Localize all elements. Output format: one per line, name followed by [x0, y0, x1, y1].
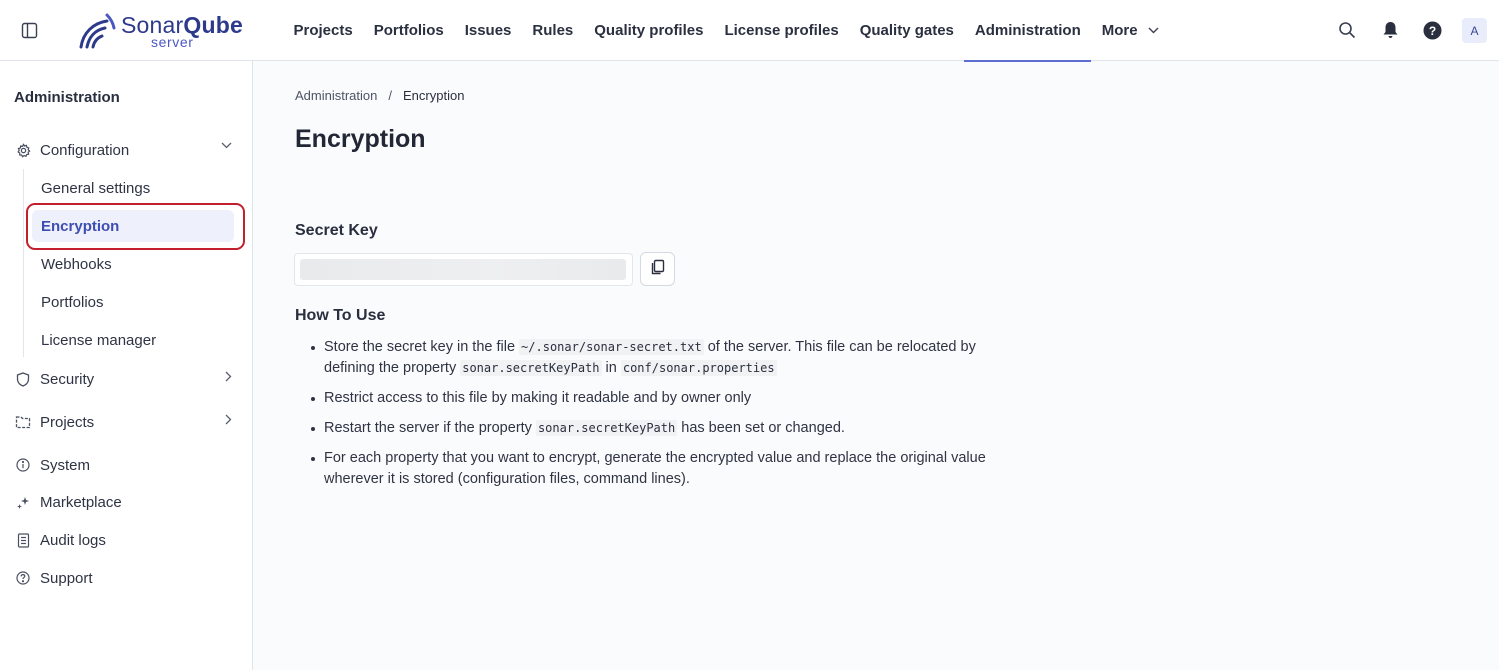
nav-label: Quality profiles — [594, 22, 704, 39]
sidebar-item-label: Configuration — [40, 141, 130, 159]
sidebar-item-general-settings[interactable]: General settings — [32, 172, 234, 204]
sidebar-item-label: Projects — [40, 413, 95, 431]
nav-license-profiles[interactable]: License profiles — [714, 0, 849, 61]
code-property: sonar.secretKeyPath — [460, 360, 602, 376]
nav-label: Rules — [532, 22, 574, 39]
instruction-text: Store the secret key in the file — [324, 339, 520, 355]
gear-icon — [14, 141, 32, 159]
copy-icon — [650, 259, 665, 280]
svg-text:?: ? — [1428, 24, 1435, 38]
bell-icon[interactable] — [1380, 20, 1400, 40]
sonarqube-logo[interactable]: SonarQube server — [77, 9, 247, 53]
secret-key-value — [300, 259, 626, 280]
nav-label: Quality gates — [859, 22, 954, 39]
breadcrumb-separator: / — [388, 88, 392, 103]
nav-more[interactable]: More — [1091, 0, 1169, 61]
chevron-right-icon — [225, 414, 232, 425]
nav-label: License profiles — [724, 22, 839, 39]
sidebar-title: Administration — [14, 89, 120, 106]
nav-projects[interactable]: Projects — [283, 0, 363, 61]
secret-key-field[interactable] — [294, 253, 633, 286]
document-icon — [14, 531, 32, 549]
code-property: sonar.secretKeyPath — [535, 420, 678, 436]
sidebar-item-encryption[interactable]: Encryption — [32, 210, 234, 242]
instruction-text: Restart the server if the property — [324, 420, 536, 436]
admin-sidebar: Administration Configuration General set… — [0, 61, 253, 670]
sidebar-item-label: Portfolios — [41, 293, 104, 311]
nav-portfolios[interactable]: Portfolios — [363, 0, 454, 61]
main-nav: Projects Portfolios Issues Rules Quality… — [283, 0, 1169, 62]
sidebar-item-label: System — [40, 456, 91, 474]
sidebar-toggle-icon[interactable] — [20, 21, 38, 39]
sonar-waves-icon — [79, 13, 116, 49]
sparkle-icon — [14, 493, 32, 511]
instruction-text: Restrict access to this file by making i… — [324, 390, 752, 406]
sidebar-item-system[interactable]: System — [14, 453, 238, 477]
nav-issues[interactable]: Issues — [454, 0, 522, 61]
sidebar-item-portfolios[interactable]: Portfolios — [32, 286, 234, 318]
copy-secret-key-button[interactable] — [640, 252, 675, 286]
nav-label: More — [1101, 22, 1138, 39]
avatar[interactable]: A — [1462, 18, 1487, 43]
how-to-use-list: Store the secret key in the file ~/.sona… — [308, 337, 1028, 499]
chevron-right-icon — [225, 371, 232, 382]
nav-label: Portfolios — [373, 22, 444, 39]
sidebar-item-label: Marketplace — [40, 493, 122, 511]
secret-key-label: Secret Key — [295, 222, 378, 239]
how-to-use-title: How To Use — [295, 307, 386, 324]
instruction-text: For each property that you want to encry… — [324, 450, 986, 487]
list-item: Restart the server if the property sonar… — [308, 418, 1028, 439]
sidebar-item-label: Webhooks — [41, 255, 112, 273]
list-item: Restrict access to this file by making i… — [308, 388, 1028, 409]
sidebar-item-label: License manager — [41, 331, 157, 349]
sidebar-item-label: Audit logs — [40, 531, 106, 549]
nav-label: Administration — [974, 22, 1081, 39]
sidebar-item-support[interactable]: Support — [14, 566, 238, 590]
help-circle-icon — [14, 569, 32, 587]
sidebar-item-label: Security — [40, 370, 95, 388]
nav-rules[interactable]: Rules — [522, 0, 584, 61]
nav-label: Issues — [464, 22, 512, 39]
sidebar-item-license-manager[interactable]: License manager — [32, 324, 234, 356]
sidebar-item-label: General settings — [41, 179, 151, 197]
submenu-divider — [23, 169, 24, 357]
breadcrumb: Administration / Encryption — [295, 88, 464, 103]
sidebar-item-marketplace[interactable]: Marketplace — [14, 490, 238, 514]
nav-quality-gates[interactable]: Quality gates — [849, 0, 964, 61]
list-item: Store the secret key in the file ~/.sona… — [308, 337, 1028, 379]
sidebar-item-label: Support — [40, 569, 93, 587]
nav-quality-profiles[interactable]: Quality profiles — [584, 0, 714, 61]
code-file-path: ~/.sonar/sonar-secret.txt — [519, 339, 704, 355]
chevron-down-icon — [1148, 27, 1159, 34]
info-icon — [14, 456, 32, 474]
search-icon[interactable] — [1337, 20, 1357, 40]
instruction-text: in — [601, 360, 621, 376]
shield-icon — [14, 370, 32, 388]
sidebar-item-projects[interactable]: Projects — [14, 410, 238, 434]
folder-icon — [14, 413, 32, 431]
breadcrumb-current: Encryption — [403, 88, 465, 103]
code-config-file: conf/sonar.properties — [620, 360, 777, 376]
main-content: Administration / Encryption Encryption S… — [254, 61, 1499, 670]
top-bar: SonarQube server Projects Portfolios Iss… — [0, 0, 1499, 62]
chevron-down-icon — [221, 142, 232, 149]
breadcrumb-parent-link[interactable]: Administration — [295, 88, 377, 103]
sidebar-item-webhooks[interactable]: Webhooks — [32, 248, 234, 280]
nav-label: Projects — [293, 22, 353, 39]
page-title: Encryption — [295, 125, 426, 153]
sidebar-item-security[interactable]: Security — [14, 367, 238, 391]
nav-administration[interactable]: Administration — [964, 0, 1092, 62]
sidebar-item-configuration[interactable]: Configuration — [14, 138, 238, 162]
help-icon[interactable]: ? — [1422, 20, 1442, 40]
sidebar-item-label: Encryption — [41, 217, 120, 235]
sidebar-item-audit-logs[interactable]: Audit logs — [14, 528, 238, 552]
instruction-text: has been set or changed. — [677, 420, 845, 436]
list-item: For each property that you want to encry… — [308, 448, 1028, 490]
